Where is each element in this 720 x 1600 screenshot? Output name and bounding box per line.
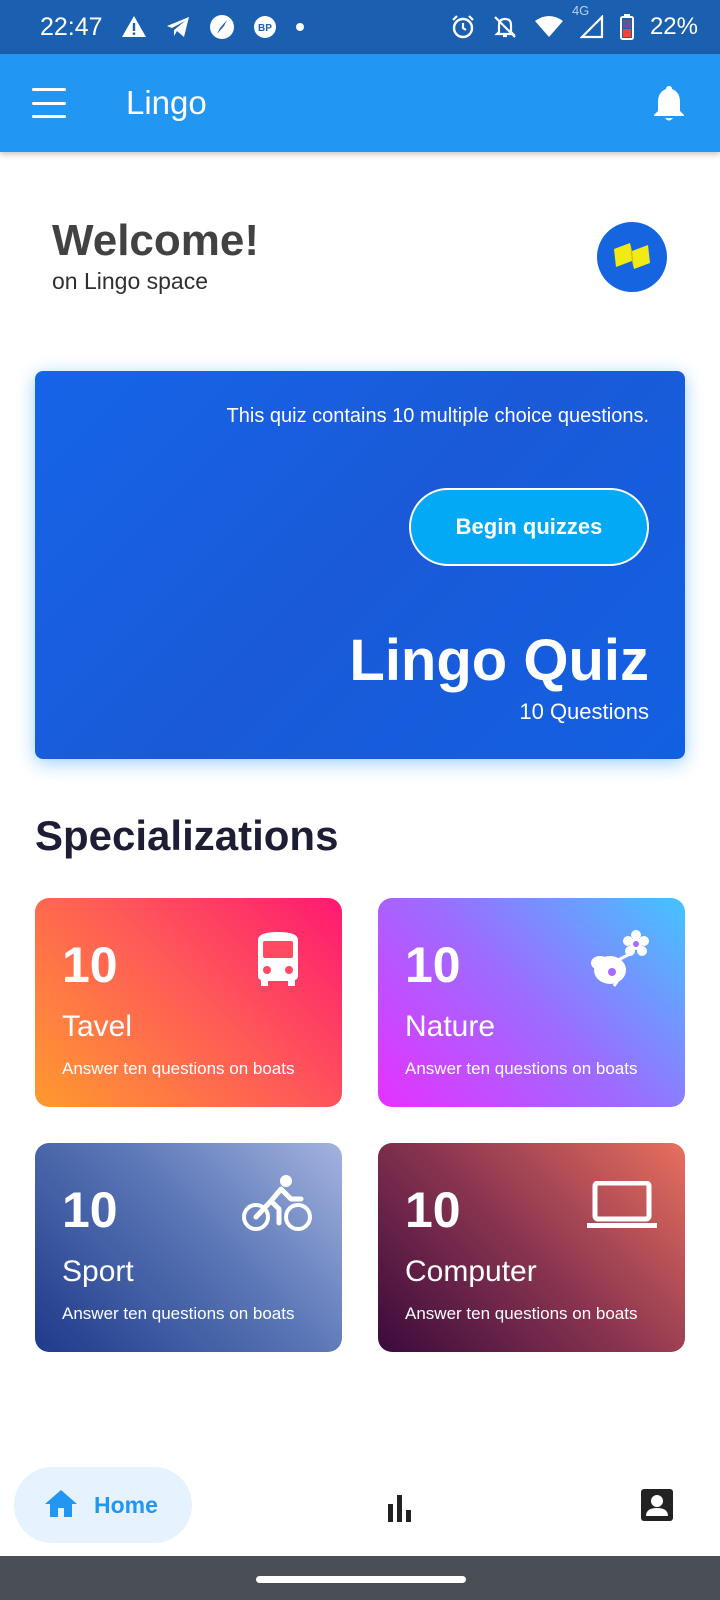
nav-item-home-label: Home bbox=[94, 1491, 158, 1518]
card-count: 10 bbox=[62, 937, 118, 993]
app-title: Lingo bbox=[126, 84, 207, 121]
home-icon bbox=[44, 1488, 78, 1523]
quiz-description: This quiz contains 10 multiple choice qu… bbox=[226, 405, 649, 427]
app-bar: Lingo bbox=[0, 54, 720, 152]
bottom-navigation: Home bbox=[0, 1446, 720, 1556]
signal-icon: 4G bbox=[572, 3, 604, 39]
welcome-title: Welcome! bbox=[52, 216, 260, 265]
bar-chart-icon[interactable] bbox=[384, 1492, 416, 1522]
alarm-icon bbox=[450, 14, 476, 40]
status-right: 4G 22% bbox=[450, 3, 698, 41]
battery-percentage: 22% bbox=[649, 13, 698, 40]
avatar-logo-icon bbox=[614, 243, 650, 269]
battery-icon bbox=[619, 14, 634, 40]
card-description: Answer ten questions on boats bbox=[405, 1059, 638, 1078]
specialization-card-computer[interactable]: 10 Computer Answer ten questions on boat… bbox=[378, 1143, 685, 1352]
card-count: 10 bbox=[62, 1182, 118, 1238]
card-title: Sport bbox=[62, 1255, 134, 1288]
dot-icon bbox=[295, 22, 305, 32]
laptop-icon bbox=[587, 1180, 657, 1234]
network-label: 4G bbox=[571, 3, 590, 18]
specialization-card-sport[interactable]: 10 Sport Answer ten questions on boats bbox=[35, 1143, 342, 1352]
specializations-heading: Specializations bbox=[35, 812, 339, 859]
wifi-icon bbox=[534, 15, 564, 39]
bus-icon bbox=[253, 930, 303, 993]
nav-item-home[interactable]: Home bbox=[14, 1467, 192, 1543]
bicycle-icon bbox=[241, 1173, 313, 1240]
begin-quizzes-button[interactable]: Begin quizzes bbox=[409, 488, 649, 566]
bell-off-icon bbox=[492, 14, 518, 40]
welcome-subtitle: on Lingo space bbox=[52, 268, 209, 294]
profile-icon[interactable] bbox=[640, 1488, 674, 1522]
card-title: Computer bbox=[405, 1255, 537, 1288]
system-navigation-bar bbox=[0, 1556, 720, 1600]
bell-icon[interactable] bbox=[652, 84, 686, 122]
card-title: Tavel bbox=[62, 1010, 133, 1043]
card-title: Nature bbox=[405, 1010, 496, 1043]
card-description: Answer ten questions on boats bbox=[62, 1304, 295, 1323]
specialization-card-nature[interactable]: 10 Nature Answer ten questions on boats bbox=[378, 898, 685, 1107]
card-count: 10 bbox=[405, 1182, 461, 1238]
bp-label: BP bbox=[258, 23, 272, 34]
quiz-question-count: 10 Questions bbox=[519, 699, 649, 724]
compass-icon bbox=[209, 14, 235, 40]
home-gesture-handle[interactable] bbox=[256, 1576, 466, 1583]
card-count: 10 bbox=[405, 937, 461, 993]
alert-icon bbox=[121, 15, 147, 39]
quiz-card: This quiz contains 10 multiple choice qu… bbox=[35, 371, 685, 759]
status-time: 22:47 bbox=[40, 12, 103, 41]
telegram-icon bbox=[165, 15, 191, 39]
bp-icon: BP bbox=[253, 15, 277, 39]
avatar[interactable] bbox=[597, 222, 667, 292]
card-description: Answer ten questions on boats bbox=[405, 1304, 638, 1323]
status-left: 22:47 BP bbox=[40, 13, 305, 42]
nature-icon bbox=[588, 930, 652, 995]
menu-icon[interactable] bbox=[32, 88, 66, 118]
specialization-card-travel[interactable]: 10 Tavel Answer ten questions on boats bbox=[35, 898, 342, 1107]
card-description: Answer ten questions on boats bbox=[62, 1059, 295, 1078]
quiz-title: Lingo Quiz bbox=[349, 628, 649, 693]
status-bar: 22:47 BP 4G 22% bbox=[0, 0, 720, 54]
